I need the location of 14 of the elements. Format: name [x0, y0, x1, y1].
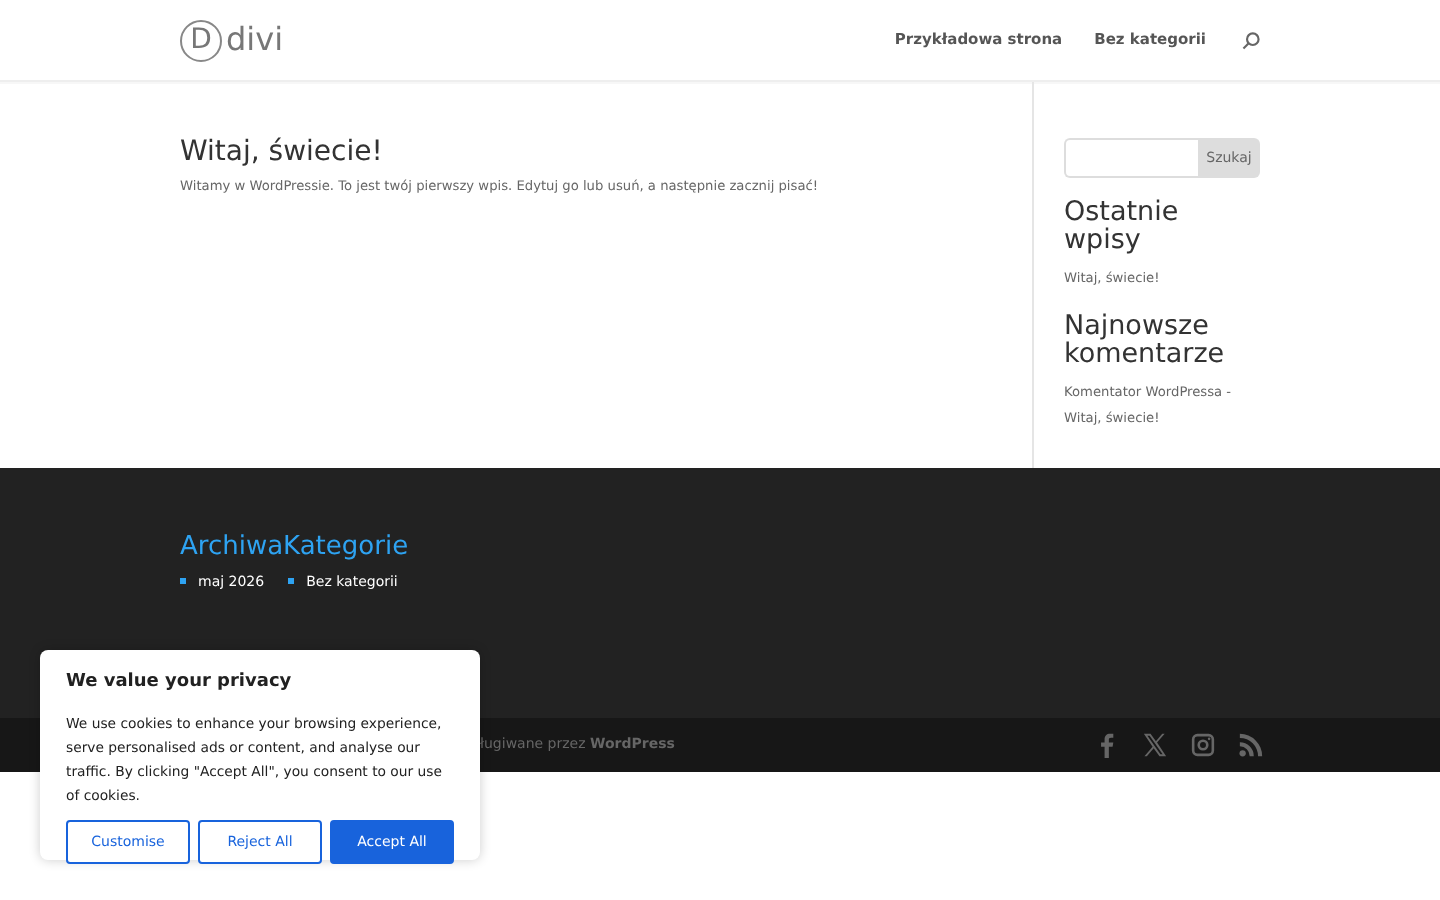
x-icon[interactable] [1142, 732, 1168, 758]
bullet-icon [180, 578, 186, 585]
footer-widget-title: ArchiwaKategorie [180, 532, 411, 564]
search-field[interactable] [1064, 138, 1198, 178]
widget-title: Ostatnie wpisy [1064, 198, 1181, 255]
widget-title: Najnowsze komentarze [1064, 311, 1227, 369]
search-icon[interactable] [1242, 31, 1260, 49]
post-title[interactable]: Witaj, świecie! [180, 136, 1032, 170]
bullet-icon [288, 578, 295, 585]
logo-icon[interactable]: D [180, 19, 222, 61]
rss-icon[interactable] [1238, 732, 1264, 758]
logo-text[interactable]: divi [226, 16, 284, 64]
instagram-icon[interactable] [1190, 732, 1216, 758]
banner-title: We value your privacy [66, 670, 294, 696]
